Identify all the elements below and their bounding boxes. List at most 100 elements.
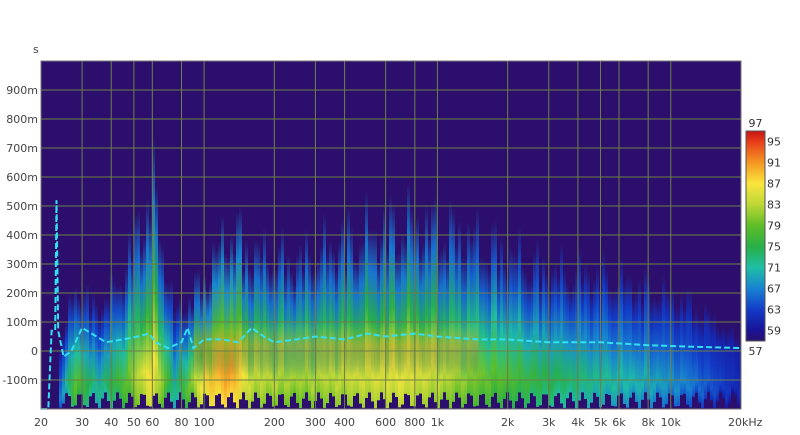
- spectrogram-column: [146, 198, 149, 406]
- spectrogram-column: [494, 220, 497, 393]
- spectrogram-column: [734, 337, 737, 397]
- spectrogram-column: [263, 227, 266, 404]
- spectrogram-column: [149, 218, 152, 407]
- spectrogram-column: [533, 252, 536, 397]
- spectrogram-column: [542, 255, 545, 395]
- y-tick-label: 100m: [6, 316, 38, 329]
- spectrogram-column: [698, 315, 701, 403]
- spectrogram-column: [515, 253, 518, 402]
- x-tick-label: 8k: [641, 416, 655, 429]
- colorbar-label: 79: [767, 220, 781, 233]
- spectrogram-column: [590, 292, 593, 403]
- spectrogram-column: [479, 257, 482, 395]
- spectrogram-column: [620, 257, 623, 394]
- spectrogram-column: [653, 296, 656, 403]
- spectrogram-column: [716, 324, 719, 402]
- spectrogram-column: [410, 208, 413, 407]
- spectrogram-column: [701, 317, 704, 409]
- colorbar-label: 83: [767, 199, 781, 212]
- spectrogram-column: [221, 215, 224, 405]
- colorbar-label: 67: [767, 283, 781, 296]
- spectrogram-column: [68, 293, 71, 397]
- y-tick-label: -100m: [2, 374, 38, 387]
- spectrogram-column: [161, 244, 164, 408]
- spectrogram-column: [560, 243, 563, 404]
- x-tick-label: 800: [404, 416, 425, 429]
- x-tick-label: 400: [334, 416, 355, 429]
- spectrogram-column: [503, 263, 506, 399]
- spectrogram-column: [545, 272, 548, 395]
- spectrogram-column: [188, 296, 191, 403]
- spectrogram-column: [485, 259, 488, 405]
- colorbar-label: 59: [767, 325, 781, 338]
- spectrogram-column: [170, 279, 173, 402]
- y-tick-label: 0: [31, 345, 38, 358]
- spectrogram-column: [683, 306, 686, 394]
- x-tick-label: 60: [145, 416, 159, 429]
- spectrogram-column: [662, 274, 665, 408]
- x-tick-label: 20kHz: [728, 416, 763, 429]
- spectrogram-column: [167, 284, 170, 393]
- spectrogram-column: [113, 281, 116, 401]
- spectrogram-column: [722, 324, 725, 399]
- spectrogram-column: [95, 304, 98, 404]
- spectrogram-column: [584, 262, 587, 399]
- colorbar-label: 63: [767, 304, 781, 317]
- spectrogram-column: [89, 311, 92, 397]
- spectrogram-column: [449, 198, 452, 409]
- spectrogram-column: [644, 267, 647, 393]
- spectrogram-column: [401, 233, 404, 405]
- x-tick-label: 5k: [594, 416, 608, 429]
- spectrogram-column: [671, 286, 674, 396]
- y-axis-ticks: 900m 800m 700m 600m 500m 400m 300m 200m 100m 0 -10…: [2, 84, 38, 387]
- spectrogram-column: [128, 229, 131, 393]
- spectrogram-column: [137, 209, 140, 405]
- y-tick-label: 500m: [6, 200, 38, 213]
- spectrogram-core: [193, 321, 479, 376]
- y-tick-label: 700m: [6, 142, 38, 155]
- spectrogram-column: [602, 250, 605, 405]
- spectrogram-column: [563, 269, 566, 408]
- spectrogram-column: [650, 299, 653, 409]
- spectrogram-column: [578, 247, 581, 401]
- spectrogram-column: [98, 316, 101, 408]
- spectrogram-column: [116, 285, 119, 393]
- colorbar-label: 87: [767, 178, 781, 191]
- spectrogram-column: [677, 306, 680, 406]
- spectrogram-column: [143, 236, 146, 395]
- spectrogram-chart: s 900m 800m 700m 600m 500m 400m 300m 200m 100m 0 -…: [2, 43, 781, 429]
- spectrogram-column: [593, 278, 596, 393]
- y-tick-label: 900m: [6, 84, 38, 97]
- spectrogram-column: [692, 315, 695, 398]
- spectrogram-column: [596, 265, 599, 397]
- spectrogram-column: [524, 270, 527, 408]
- spectrogram-column: [539, 284, 542, 406]
- spectrogram-column: [122, 289, 125, 409]
- y-axis-unit-label: s: [33, 43, 39, 56]
- spectrogram-column: [719, 329, 722, 393]
- x-tick-label: 30: [75, 416, 89, 429]
- spectrogram-column: [173, 311, 176, 409]
- x-tick-label: 6k: [612, 416, 626, 429]
- colorbar-label: 97: [749, 117, 763, 130]
- colorbar-label: 91: [767, 157, 781, 170]
- spectrogram-column: [551, 269, 554, 407]
- x-tick-label: 10k: [661, 416, 682, 429]
- spectrogram-column: [182, 312, 185, 400]
- y-tick-label: 200m: [6, 287, 38, 300]
- spectrogram-column: [497, 268, 500, 403]
- spectrogram-column: [71, 297, 74, 407]
- plot-area: [40, 60, 742, 410]
- colorbar-label: 95: [767, 136, 781, 149]
- x-tick-label: 3k: [542, 416, 556, 429]
- spectrogram-column: [62, 334, 65, 404]
- spectrogram-column: [473, 225, 476, 407]
- spectrogram-column: [581, 281, 584, 393]
- spectrogram-column: [638, 277, 641, 409]
- spectrogram-column: [521, 265, 524, 399]
- x-tick-label: 200: [264, 416, 285, 429]
- spectrogram-column: [629, 276, 632, 398]
- spectrogram-column: [374, 229, 377, 409]
- colorbar: 97 95 91 87 83 79 75 71 67 63 59 57: [745, 117, 781, 358]
- spectrogram-column: [134, 214, 137, 408]
